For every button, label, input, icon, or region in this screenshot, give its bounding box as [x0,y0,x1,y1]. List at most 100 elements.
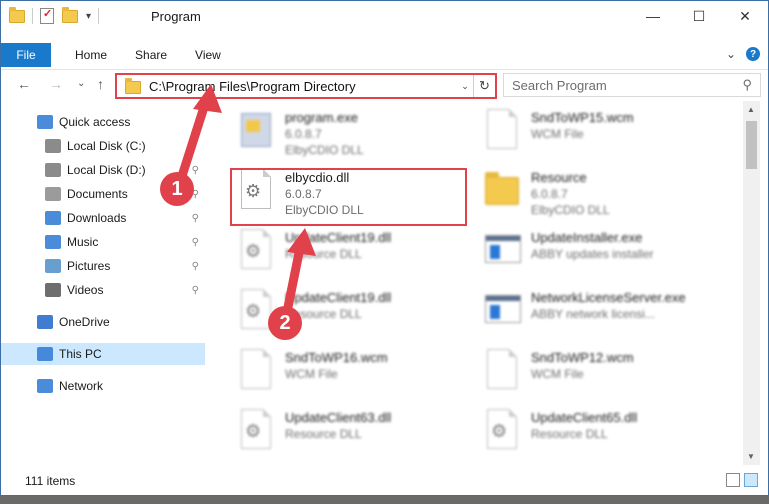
pictures-icon [45,259,61,273]
view-toggle [726,473,758,487]
file-name: UpdateClient65.dll [531,410,638,425]
up-button[interactable]: ↑ [97,76,104,92]
tab-share[interactable]: Share [121,43,181,67]
navigation-pane: Quick access Local Disk (C:) Local Disk (D… [1,105,207,465]
file-item[interactable]: SndToWP12.wcm WCM File [481,347,721,403]
sidebar-item[interactable]: Quick access [1,111,205,133]
pc-icon [37,347,53,361]
ribbon-tabs: File Home Share View ⌄ ? [1,43,768,67]
sidebar-item[interactable]: OneDrive [1,311,205,333]
downloads-icon [45,211,61,225]
vertical-scrollbar[interactable]: ▲ ▼ [743,101,760,465]
status-bar: 111 items [1,469,768,493]
details-view-button[interactable] [726,473,740,487]
sidebar-item[interactable]: Local Disk (C:) [1,135,205,157]
pin-icon[interactable]: ⚲ [192,213,199,224]
properties-icon[interactable] [40,7,54,24]
sidebar-item-label: Downloads [67,211,127,225]
file-name: UpdateClient19.dll [285,230,392,245]
folder-icon [125,77,141,94]
refresh-button[interactable]: ↻ [473,75,495,97]
file-item[interactable]: NetworkLicenseServer.exe ABBY network lic… [481,287,721,343]
file-description: ElbyCDIO DLL [285,143,364,157]
sidebar-item[interactable]: Network [1,375,205,397]
quick-access-toolbar: ▾ [9,6,102,24]
sidebar-item-label: Music [67,235,99,249]
tab-file[interactable]: File [1,43,51,67]
sidebar-item[interactable]: Videos ⚲ [1,279,205,301]
pin-icon[interactable]: ⚲ [192,261,199,272]
sidebar-item[interactable]: This PC [1,343,205,365]
pin-icon[interactable]: ⚲ [192,285,199,296]
win-file-icon [481,229,523,277]
file-item[interactable]: SndToWP15.wcm WCM File [481,107,721,163]
folder-file-icon [481,169,523,217]
scrollbar-thumb[interactable] [746,121,757,169]
forward-button[interactable]: → [49,76,63,92]
customize-toolbar-icon[interactable]: ▾ [86,11,91,22]
file-meta: ABBY updates installer [531,247,654,261]
win-file-icon [481,289,523,337]
file-item[interactable]: program.exe 6.0.8.7 ElbyCDIO DLL [235,107,475,163]
search-input[interactable]: Search Program ⚲ [503,73,761,97]
window-controls: — ☐ ✕ [630,1,768,31]
blank-file-icon [481,109,523,157]
file-name: UpdateInstaller.exe [531,230,643,245]
pin-icon[interactable]: ⚲ [192,165,199,176]
exe-file-icon [235,109,277,157]
network-icon [37,379,53,393]
file-meta: WCM File [285,367,338,381]
minimize-button[interactable]: — [630,1,676,31]
file-name: SndToWP15.wcm [531,110,634,125]
sidebar-item-label: Quick access [59,115,131,129]
divider [98,8,100,24]
sidebar-item-label: Network [59,379,104,393]
new-folder-icon[interactable] [62,6,78,23]
videos-icon [45,283,61,297]
recent-locations-button[interactable]: ⌄ [77,78,85,89]
file-item[interactable]: ⚙ UpdateClient63.dll Resource DLL [235,407,475,463]
star-icon [37,115,53,129]
search-placeholder: Search Program [512,77,607,93]
file-name: SndToWP12.wcm [531,350,634,365]
file-item[interactable]: ⚙ UpdateClient65.dll Resource DLL [481,407,721,463]
sidebar-item[interactable]: Pictures ⚲ [1,255,205,277]
pin-icon[interactable]: ⚲ [192,237,199,248]
address-dropdown-button[interactable]: ⌄ [457,81,473,92]
tab-view[interactable]: View [181,43,235,67]
ribbon-right-controls: ⌄ ? [726,47,760,61]
music-icon [45,235,61,249]
file-name: UpdateClient63.dll [285,410,392,425]
scroll-down-icon[interactable]: ▼ [747,452,755,461]
dll-file-icon: ⚙ [235,409,277,457]
tab-home[interactable]: Home [61,43,121,67]
help-icon[interactable]: ? [746,47,760,61]
file-item[interactable]: Resource 6.0.8.7 ElbyCDIO DLL [481,167,721,223]
scroll-up-icon[interactable]: ▲ [747,105,755,114]
file-meta: 6.0.8.7 [285,127,322,141]
onedrive-icon [37,315,53,329]
sidebar-item-label: This PC [59,347,102,361]
maximize-button[interactable]: ☐ [676,1,722,31]
file-meta: 6.0.8.7 [531,187,568,201]
file-item[interactable]: SndToWP16.wcm WCM File [235,347,475,403]
sidebar-item-label: Local Disk (D:) [67,163,146,177]
file-item[interactable]: ⚙ UpdateClient19.dll Resource DLL [235,227,475,283]
tiles-view-button[interactable] [744,473,758,487]
file-item[interactable]: UpdateInstaller.exe ABBY updates installe… [481,227,721,283]
back-button[interactable]: ← [17,76,31,92]
explorer-window: ▾ Program — ☐ ✕ File Home Share View ⌄ ?… [0,0,769,496]
search-icon: ⚲ [742,77,752,92]
sidebar-item[interactable]: Music ⚲ [1,231,205,253]
file-meta: Resource DLL [285,247,362,261]
address-bar[interactable]: C:\Program Files\Program Directory ⌄ ↻ [115,73,497,99]
close-button[interactable]: ✕ [722,1,768,31]
address-path[interactable]: C:\Program Files\Program Directory [149,79,457,94]
expand-ribbon-icon[interactable]: ⌄ [726,47,736,61]
sidebar-item[interactable]: Downloads ⚲ [1,207,205,229]
file-description: ElbyCDIO DLL [531,203,610,217]
file-list: program.exe 6.0.8.7 ElbyCDIO DLL SndToWP15.… [215,101,741,465]
dll-file-icon: ⚙ [481,409,523,457]
file-name: UpdateClient19.dll [285,290,392,305]
folder-icon [9,6,25,23]
